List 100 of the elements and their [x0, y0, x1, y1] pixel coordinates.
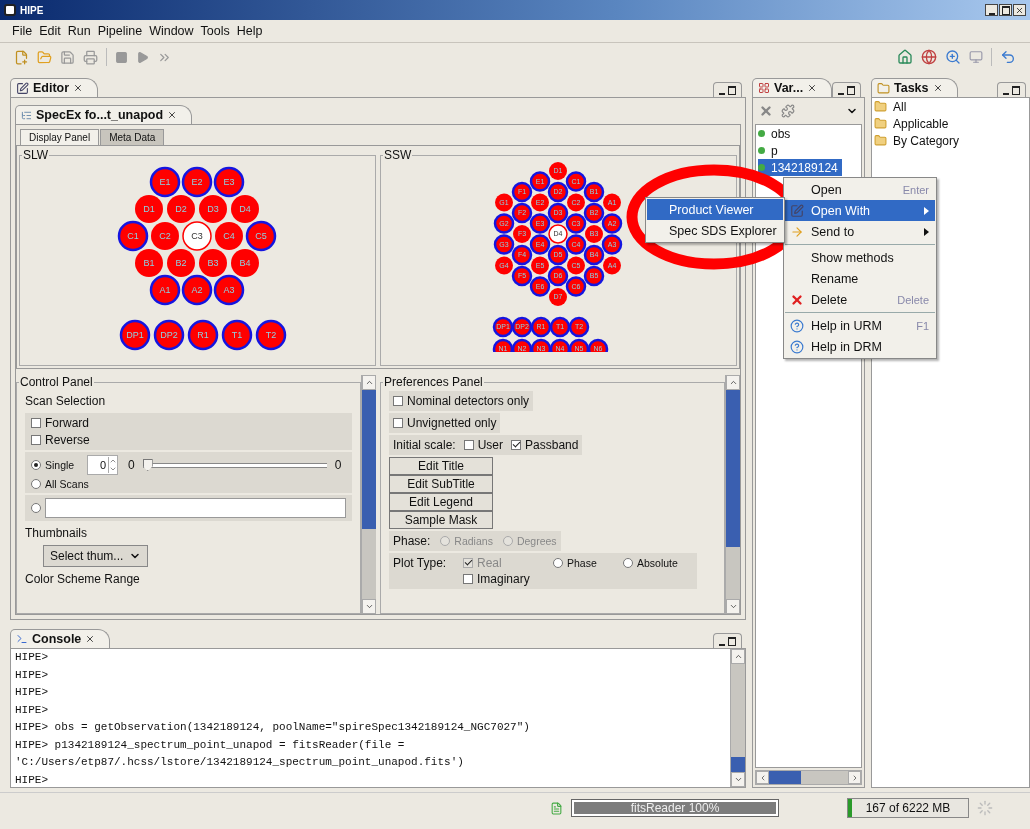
thumbnail-dropdown[interactable]: Select thum... [43, 545, 149, 567]
delete-icon [759, 104, 773, 118]
vertical-scrollbar[interactable] [361, 375, 376, 614]
detector[interactable]: A3 [213, 274, 245, 306]
checkbox[interactable] [31, 435, 41, 445]
radio-button[interactable] [31, 479, 41, 489]
scroll-thumb[interactable] [362, 390, 376, 530]
close-icon [73, 83, 84, 93]
radio-button[interactable] [623, 558, 633, 568]
scroll-thumb[interactable] [731, 756, 745, 772]
detector[interactable]: D4 [231, 195, 259, 223]
menu-item[interactable]: Pipeline [97, 24, 143, 38]
menu-item[interactable]: Edit [39, 24, 61, 38]
detector[interactable]: E1 [149, 166, 181, 198]
radio-button[interactable] [553, 558, 563, 568]
panel-tab[interactable]: Display Panel [20, 129, 100, 145]
detector[interactable]: DP1 [119, 319, 151, 351]
detector[interactable]: E2 [181, 166, 213, 198]
menu-item[interactable]: Spec SDS Explorer [647, 220, 783, 241]
menu-item[interactable]: Open Enter [785, 179, 935, 200]
memory-meter[interactable]: 167 of 6222 MB [847, 798, 969, 818]
radio-button[interactable] [31, 460, 41, 470]
scroll-left-button[interactable] [756, 771, 769, 784]
checkbox[interactable] [31, 418, 41, 428]
detector[interactable]: C3 [182, 221, 212, 251]
checkbox[interactable] [463, 440, 474, 450]
menu-item[interactable]: File [12, 24, 33, 38]
detector[interactable]: B1 [135, 249, 163, 277]
number-spinner[interactable]: 0 [87, 455, 118, 475]
action-button[interactable]: Edit SubTitle [389, 475, 493, 493]
minimize-icon [719, 644, 725, 646]
action-button[interactable]: Edit Legend [389, 493, 493, 511]
scroll-thumb[interactable] [769, 771, 801, 784]
scroll-up-button[interactable] [362, 375, 376, 390]
task-category[interactable]: All [874, 98, 911, 115]
scroll-right-button[interactable] [848, 771, 861, 784]
detector[interactable]: A1 [149, 274, 181, 306]
detector[interactable]: C2 [151, 222, 179, 250]
detector[interactable]: B2 [167, 249, 195, 277]
menu-item[interactable]: Help in DRM [785, 336, 935, 357]
scroll-thumb[interactable] [726, 390, 740, 547]
checkbox[interactable] [511, 440, 522, 450]
menu-item[interactable]: Delete Delete [785, 289, 935, 310]
view-tab[interactable]: Tasks [871, 78, 958, 97]
detector[interactable]: D1 [135, 195, 163, 223]
view-tab[interactable]: Console [10, 629, 111, 648]
app-icon [4, 4, 16, 16]
detector[interactable]: T1 [221, 319, 253, 351]
detector[interactable]: E3 [213, 166, 245, 198]
menu-item[interactable]: Show methods [785, 247, 935, 268]
view-tab[interactable]: Editor [10, 78, 99, 97]
menu-item[interactable]: Open With [785, 200, 935, 221]
checkbox[interactable] [393, 396, 403, 406]
menu-item[interactable]: Help [236, 24, 263, 38]
menu-item[interactable]: Run [67, 24, 91, 38]
variable-item[interactable]: 1342189124 [758, 159, 842, 176]
detector[interactable]: B4 [231, 249, 259, 277]
view-tab[interactable]: Var... [752, 78, 833, 97]
variable-item[interactable]: obs [758, 125, 795, 142]
menu-item[interactable]: Help in URM F1 [785, 315, 935, 336]
detector[interactable]: C5 [245, 220, 277, 252]
menu-item[interactable]: Rename [785, 268, 935, 289]
detector[interactable]: C1 [117, 220, 149, 252]
detector[interactable]: A2 [181, 274, 213, 306]
radio-button[interactable] [31, 503, 41, 513]
action-button[interactable]: Sample Mask [389, 511, 493, 529]
detector[interactable]: D2 [167, 195, 195, 223]
up-icon [728, 378, 738, 387]
detector[interactable]: B3 [199, 249, 227, 277]
menu-item[interactable]: Send to [785, 221, 935, 242]
console-line: HIPE> [15, 667, 49, 683]
vertical-scrollbar[interactable] [730, 649, 745, 787]
detector[interactable]: R1 [187, 319, 219, 351]
close-button[interactable] [1013, 4, 1026, 16]
scroll-down-button[interactable] [726, 599, 740, 614]
panel-tab[interactable]: Meta Data [100, 129, 165, 145]
scroll-down-button[interactable] [362, 599, 376, 614]
vertical-scrollbar[interactable] [725, 375, 740, 614]
task-category[interactable]: Applicable [874, 115, 953, 132]
variable-item[interactable]: p [758, 142, 782, 159]
menu-item[interactable]: Window [149, 24, 194, 38]
menu-item[interactable]: Product Viewer [647, 199, 783, 220]
detector[interactable]: C4 [215, 222, 243, 250]
scroll-down-button[interactable] [731, 772, 745, 787]
checkbox[interactable] [463, 574, 473, 584]
detector[interactable]: DP2 [153, 319, 185, 351]
task-category[interactable]: By Category [874, 132, 964, 149]
action-button[interactable]: Edit Title [389, 457, 493, 475]
document-tab[interactable]: SpecEx fo...t_unapod [15, 105, 193, 124]
maximize-button[interactable] [999, 4, 1012, 16]
detector[interactable]: T2 [255, 319, 287, 351]
horizontal-scrollbar[interactable] [755, 770, 862, 785]
minimize-button[interactable] [985, 4, 998, 16]
input-field[interactable] [45, 498, 346, 518]
option-label: Real [477, 556, 502, 570]
checkbox[interactable] [393, 418, 403, 428]
slider-thumb[interactable] [142, 459, 153, 471]
detector[interactable]: D3 [199, 195, 227, 223]
menu-item[interactable]: Tools [200, 24, 230, 38]
scroll-up-button[interactable] [726, 375, 740, 390]
